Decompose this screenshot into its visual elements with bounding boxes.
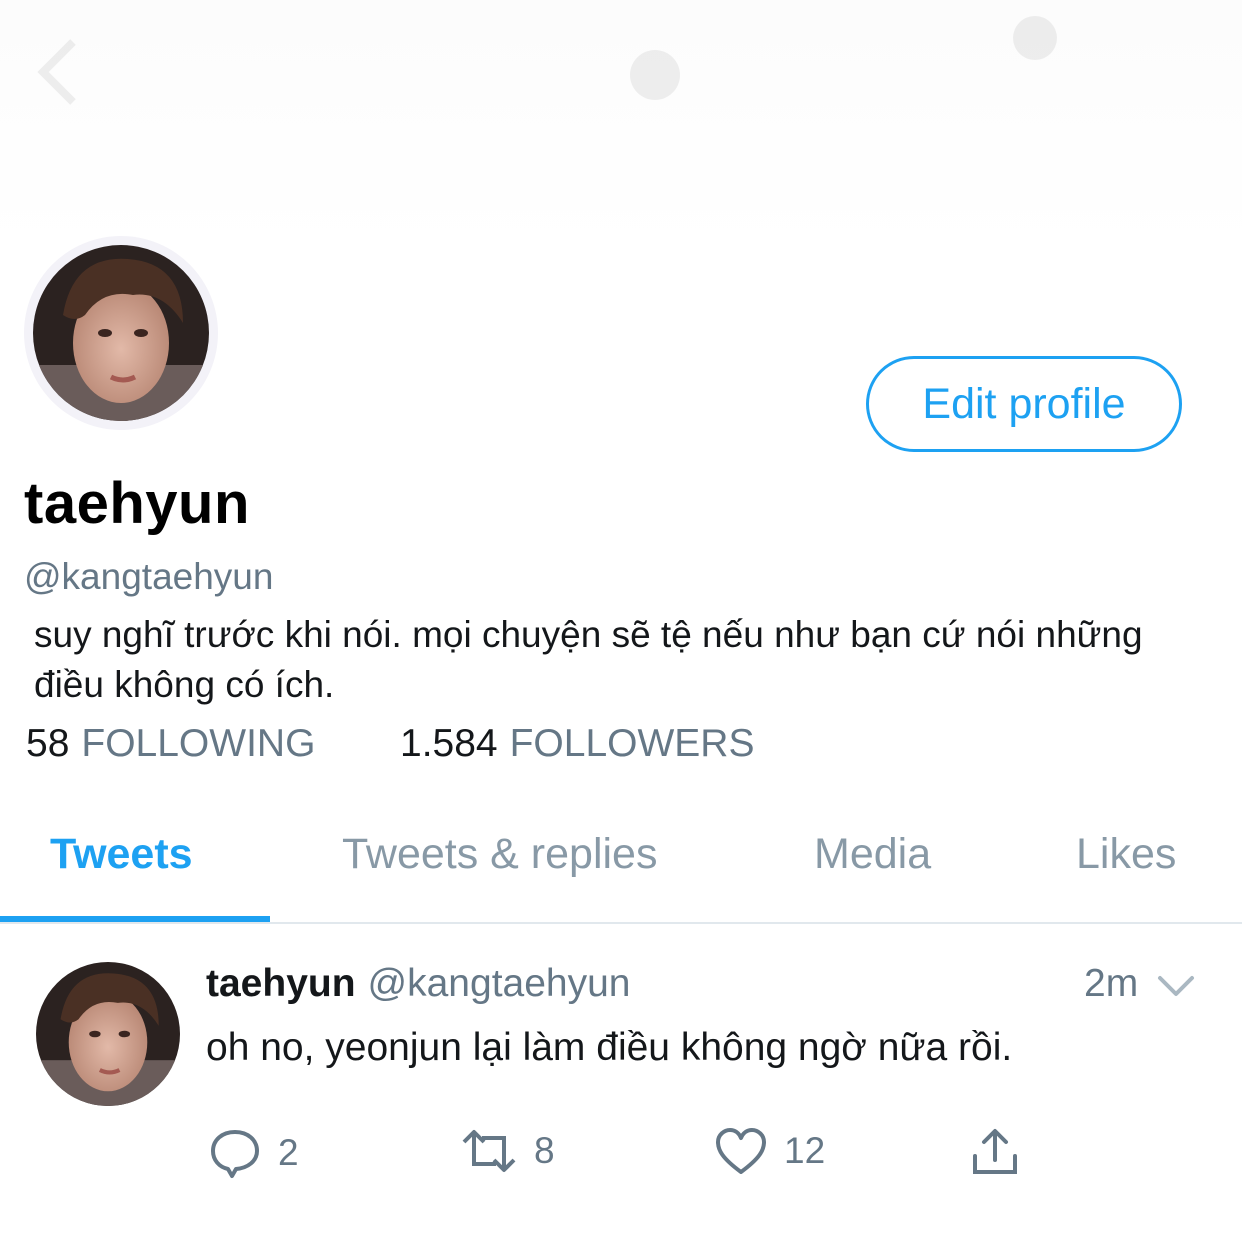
tab-media[interactable]: Media [814,830,931,879]
retweet-action[interactable]: 8 [460,1126,555,1176]
retweet-icon [462,1130,516,1172]
profile-handle: @kangtaehyun [24,556,274,597]
reply-icon [211,1130,259,1178]
like-action[interactable]: 12 [714,1126,825,1176]
profile-bio: suy nghĩ trước khi nói. mọi chuyện sẽ tệ… [34,614,1143,705]
followers-stat[interactable]: 1.584 FOLLOWERS [400,722,754,766]
tweet-header: taehyun @kangtaehyun [206,962,1206,1006]
profile-tabs: Tweets Tweets & replies Media Likes [0,800,1242,924]
tab-likes[interactable]: Likes [1076,830,1176,879]
more-icon [1013,16,1057,60]
retweet-count: 8 [534,1130,555,1171]
profile-header-banner [0,0,1242,250]
following-label: FOLLOWING [81,722,316,765]
reply-count: 2 [278,1132,299,1173]
share-icon [973,1129,1017,1174]
edit-profile-button[interactable]: Edit profile [866,356,1182,452]
profile-stats: 58 FOLLOWING 1.584 FOLLOWERS [26,722,754,766]
profile-display-name: taehyun [24,471,250,536]
chevron-down-icon[interactable] [1156,972,1196,1000]
tweet-avatar[interactable] [36,962,180,1106]
tweet-timestamp: 2m [1084,962,1139,1005]
reply-action[interactable]: 2 [208,1126,299,1180]
heart-icon [716,1128,766,1174]
chevron-left-icon[interactable] [28,32,88,112]
avatar-image [33,245,209,421]
active-tab-indicator [0,916,270,922]
tab-tweets-replies[interactable]: Tweets & replies [342,830,657,879]
share-action[interactable] [970,1126,1020,1178]
tweet-text: oh no, yeonjun lại làm điều không ngờ nữ… [206,1026,1013,1069]
like-count: 12 [784,1130,826,1171]
tweet-author-handle[interactable]: @kangtaehyun [368,962,631,1005]
profile-avatar[interactable] [24,236,218,430]
followers-label: FOLLOWERS [509,722,755,765]
following-count: 58 [26,722,70,765]
followers-count: 1.584 [400,722,498,765]
star-icon [630,50,680,100]
tab-tweets[interactable]: Tweets [50,830,193,879]
following-stat[interactable]: 58 FOLLOWING [26,722,400,766]
tweet-author-name[interactable]: taehyun [206,962,356,1005]
